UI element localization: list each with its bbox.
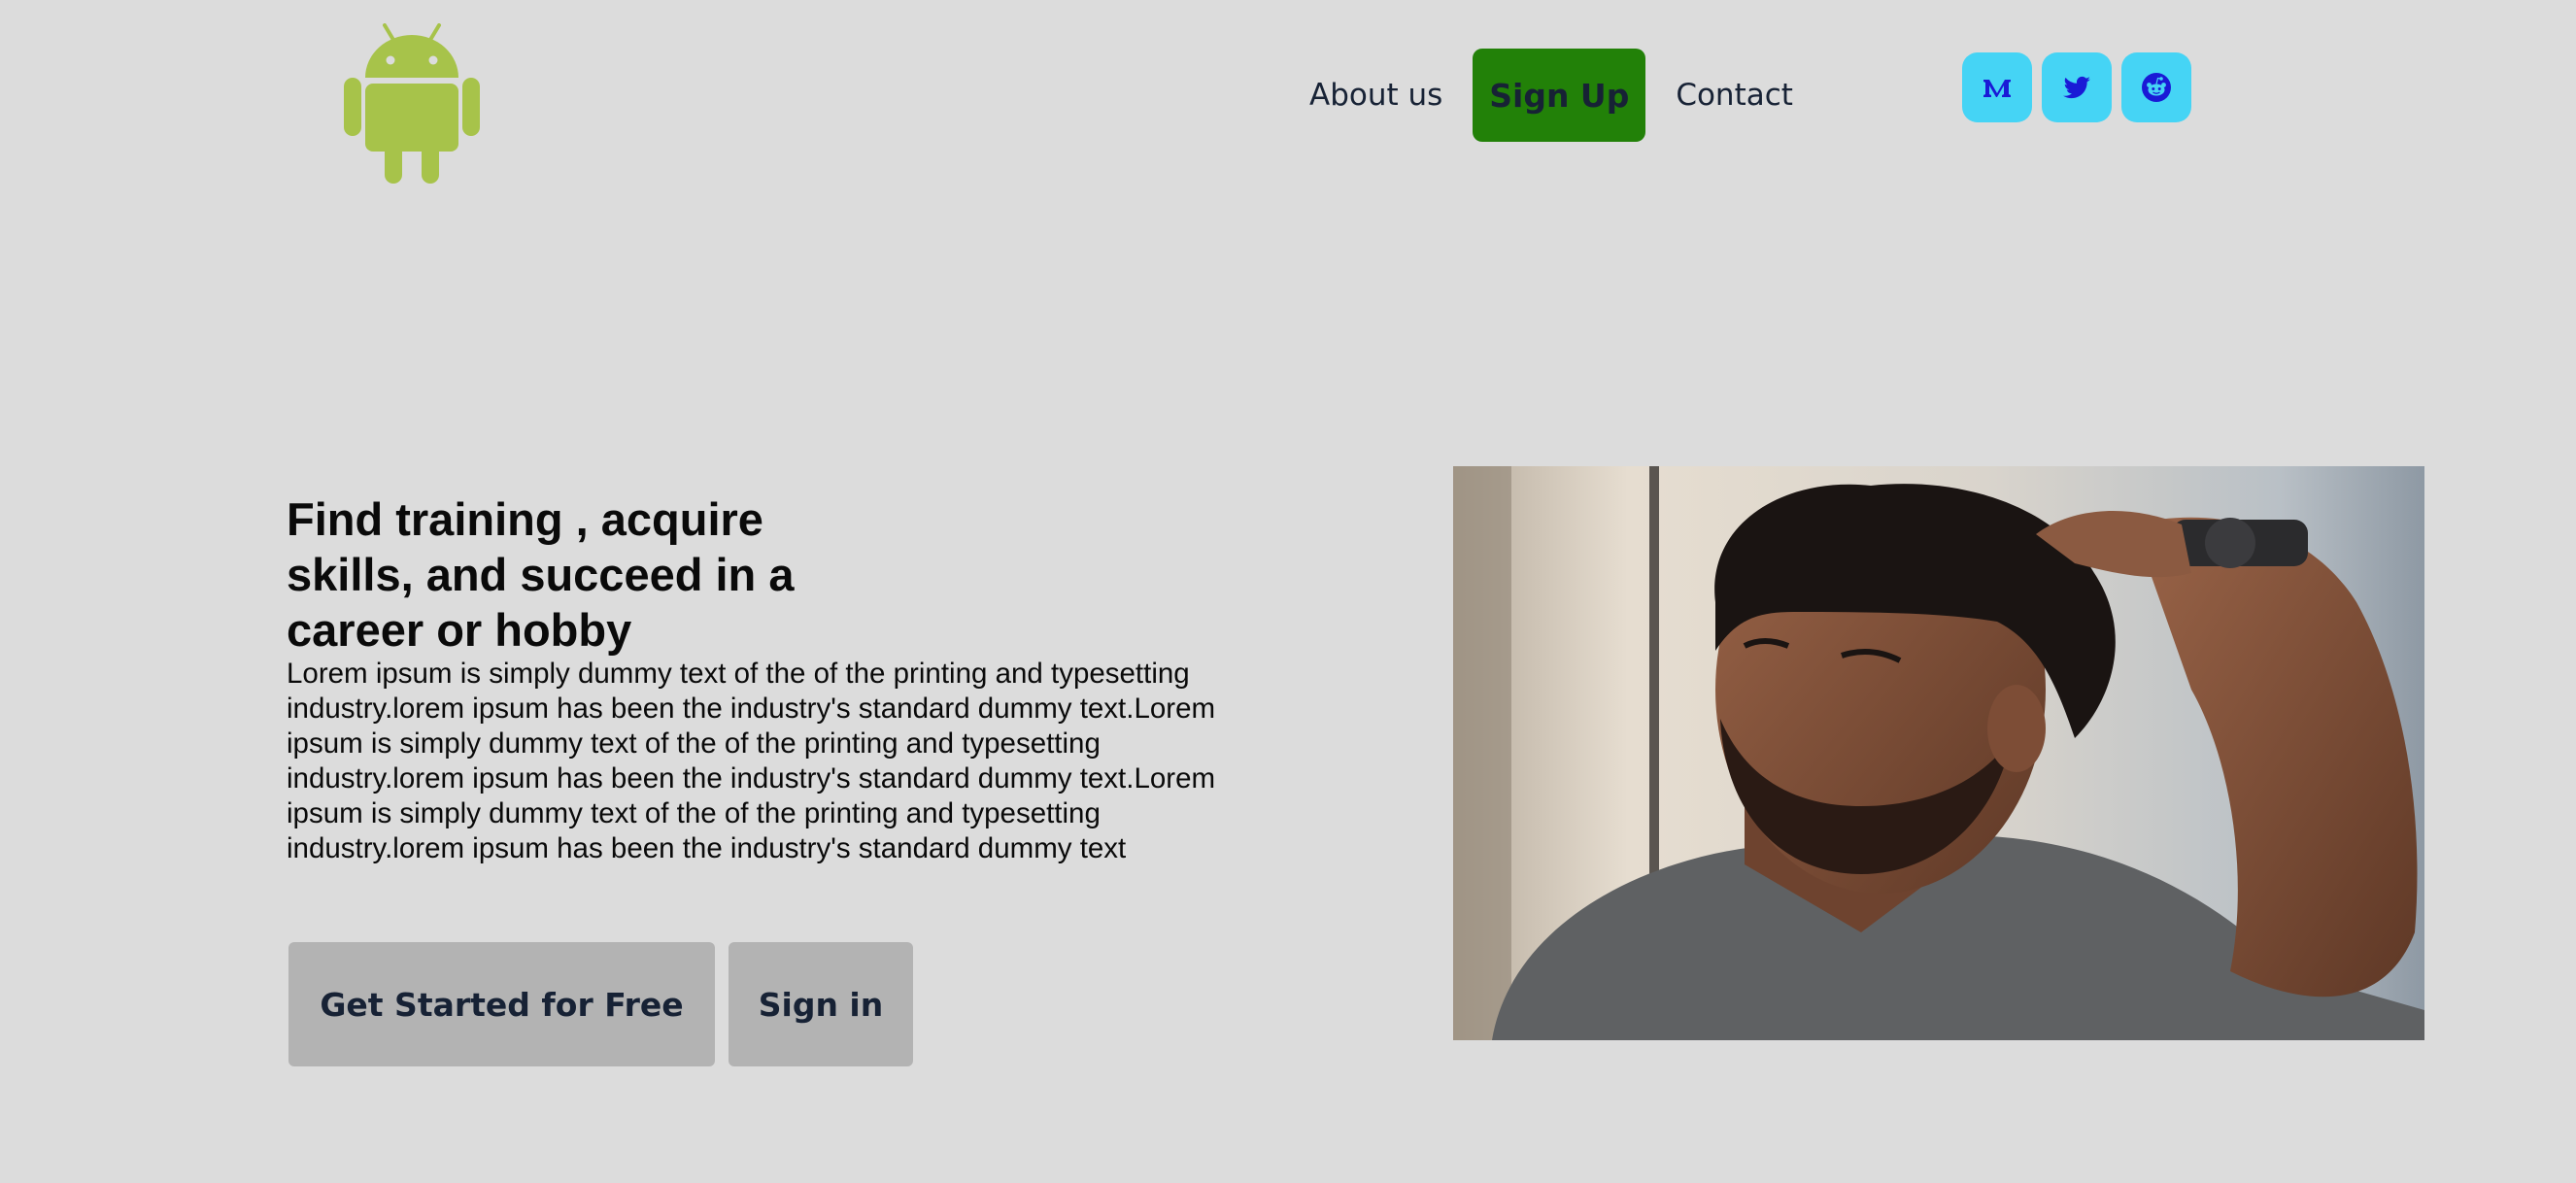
medium-icon[interactable]	[1962, 52, 2032, 122]
hero-portrait-image	[1453, 466, 2424, 1040]
sign-in-button[interactable]: Sign in	[729, 942, 913, 1066]
twitter-icon[interactable]	[2042, 52, 2112, 122]
main-nav: About us Sign Up Contact	[1294, 49, 1809, 142]
reddit-icon[interactable]	[2121, 52, 2191, 122]
get-started-button[interactable]: Get Started for Free	[288, 942, 715, 1066]
hero-description: Lorem ipsum is simply dummy text of the …	[287, 658, 1216, 864]
nav-signup-button[interactable]: Sign Up	[1473, 49, 1646, 142]
nav-contact-link[interactable]: Contact	[1660, 49, 1809, 142]
social-links	[1962, 52, 2191, 122]
landing-page: About us Sign Up Contact Find training ,…	[0, 0, 2576, 1183]
android-logo-icon[interactable]	[344, 23, 480, 184]
nav-about-link[interactable]: About us	[1294, 49, 1458, 142]
hero-title: Find training , acquire skills, and succ…	[287, 493, 795, 656]
